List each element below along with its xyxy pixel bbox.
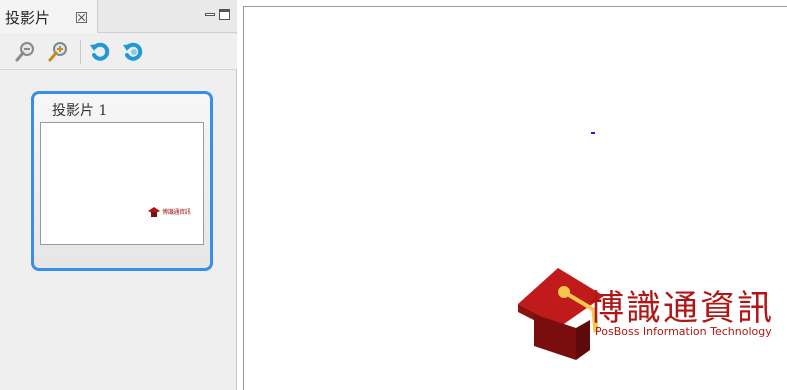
- slide-canvas[interactable]: 博識通資訊 PosBoss Information Technology: [243, 6, 787, 390]
- panel-tab-bar: 投影片: [0, 0, 237, 33]
- graduation-cap-icon: [148, 207, 160, 217]
- logo-text: 博識通資訊: [589, 289, 775, 329]
- slide-thumbnail-title: 投影片 1: [52, 103, 108, 119]
- zoom-in-icon[interactable]: [47, 41, 69, 63]
- minimize-icon[interactable]: [205, 13, 215, 16]
- rotate-right-icon[interactable]: [122, 41, 144, 63]
- rotate-left-icon[interactable]: [89, 41, 111, 63]
- panel-toolbar: [0, 34, 237, 70]
- close-icon[interactable]: [76, 12, 87, 23]
- slides-panel: 投影片 投影片 1 博識通資訊: [0, 0, 237, 390]
- maximize-icon[interactable]: [219, 9, 230, 20]
- slide-thumbnail-preview: 博識通資訊: [40, 122, 204, 245]
- tab-slides-label: 投影片: [5, 9, 51, 27]
- thumbnail-logo-text: 博識通資訊: [162, 209, 191, 216]
- toolbar-separator: [80, 40, 81, 64]
- company-logo: 博識通資訊 PosBoss Information Technology: [506, 262, 786, 372]
- tab-slides[interactable]: 投影片: [0, 0, 98, 33]
- slide-thumbnail[interactable]: 投影片 1 博識通資訊: [31, 91, 213, 271]
- zoom-out-icon[interactable]: [14, 41, 36, 63]
- canvas-dot: [591, 132, 595, 134]
- logo-subtitle: PosBoss Information Technology: [595, 325, 772, 338]
